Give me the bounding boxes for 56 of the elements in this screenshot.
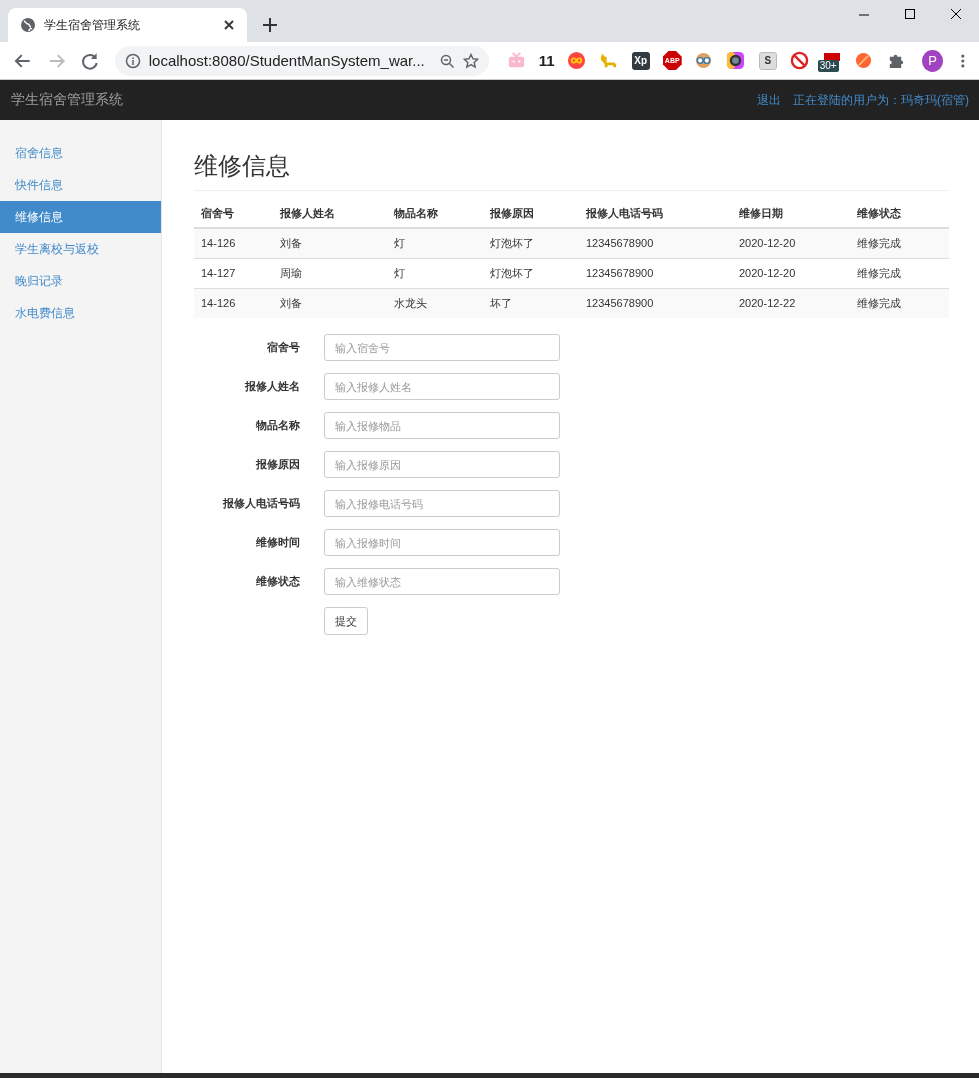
table-cell: 灯 [387, 228, 483, 258]
table-cell: 水龙头 [387, 288, 483, 318]
table-cell: 2020-12-20 [732, 228, 850, 258]
sidebar-item[interactable]: 学生离校与返校 [0, 233, 161, 265]
sidebar-item[interactable]: 宿舍信息 [0, 137, 161, 169]
table-cell: 14-126 [194, 288, 273, 318]
table-cell: 灯泡坏了 [483, 228, 579, 258]
extension-icon[interactable]: Xp [631, 51, 650, 70]
input-field[interactable]: 输入报修电话号码 [324, 490, 560, 517]
input-field[interactable]: 输入宿舍号 [324, 334, 560, 361]
news-icon[interactable] [823, 51, 840, 62]
field-label: 维修时间 [255, 535, 300, 550]
sidebar-item[interactable]: 晚归记录 [0, 265, 161, 297]
page-title: 维修信息 [194, 150, 949, 191]
table-cell: 2020-12-22 [732, 288, 850, 318]
star-icon[interactable] [462, 52, 479, 69]
glasses-icon[interactable] [694, 51, 714, 70]
extension-counter[interactable]: 11 [538, 52, 555, 69]
sidebar-item[interactable]: 水电费信息 [0, 297, 161, 329]
input-field[interactable]: 输入维修状态 [324, 568, 560, 595]
field-label: 报修原因 [255, 457, 300, 472]
field-label: 报修人姓名 [244, 379, 300, 394]
logout-link[interactable]: 退出 [757, 91, 781, 109]
table-cell: 坏了 [483, 288, 579, 318]
table-cell: 维修完成 [850, 228, 949, 258]
ring-icon[interactable] [726, 51, 746, 70]
table-cell: 14-126 [194, 228, 273, 258]
new-tab-icon[interactable] [261, 16, 279, 34]
table-cell: 12345678900 [579, 228, 732, 258]
sidebar-item[interactable]: 快件信息 [0, 169, 161, 201]
address-bar[interactable]: localhost:8080/StudentManSystem_war... [114, 45, 489, 76]
input-field[interactable]: 输入报修人姓名 [324, 373, 560, 400]
current-user-link[interactable]: 正在登陆的用户为：玛奇玛(宿管) [793, 91, 969, 109]
sidebar-item[interactable]: 维修信息 [0, 201, 161, 233]
browser-tab[interactable]: 学生宿舍管理系统 [8, 8, 247, 42]
zoom-icon[interactable] [438, 52, 455, 69]
field-label: 报修人电话号码 [222, 496, 300, 511]
table-cell: 刘备 [273, 228, 387, 258]
blocked-icon[interactable] [790, 51, 810, 70]
submit-button[interactable]: 提交 [324, 607, 368, 635]
feather-icon[interactable] [854, 51, 874, 70]
globe-icon [20, 17, 36, 33]
field-label: 宿舍号 [266, 340, 300, 355]
table-cell: 刘备 [273, 288, 387, 318]
info-icon[interactable] [124, 52, 141, 69]
input-field[interactable]: 输入报修物品 [324, 412, 560, 439]
input-field[interactable]: 输入报修原因 [324, 451, 560, 478]
extension-icon[interactable]: S [758, 51, 777, 70]
app-brand[interactable]: 学生宿舍管理系统 [11, 91, 745, 109]
field-label: 物品名称 [255, 418, 300, 433]
table-cell: 维修完成 [850, 288, 949, 318]
infinity-icon[interactable] [567, 51, 587, 70]
input-field[interactable]: 输入报修时间 [324, 529, 560, 556]
profile-avatar[interactable]: P [921, 49, 944, 72]
table-cell: 12345678900 [579, 288, 732, 318]
field-label: 维修状态 [255, 574, 300, 589]
